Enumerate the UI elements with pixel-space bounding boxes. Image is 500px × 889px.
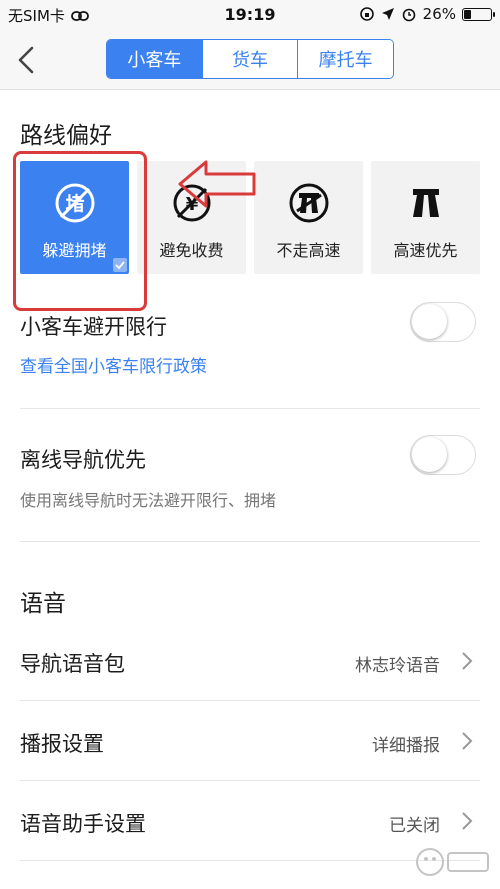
nav-bar: 小客车 货车 摩托车 <box>0 30 500 90</box>
chevron-right-icon <box>462 652 473 670</box>
chevron-right-icon <box>462 732 473 750</box>
offline-toggle[interactable] <box>410 435 476 475</box>
voice-item-value: 详细播报 <box>372 736 440 756</box>
watermark-logo <box>416 848 489 876</box>
voice-item-label: 导航语音包 <box>20 652 125 676</box>
highlight-box <box>13 151 147 311</box>
status-right: 26% <box>359 5 495 23</box>
tab-truck[interactable]: 货车 <box>201 40 298 78</box>
back-arrow-icon[interactable] <box>10 42 46 78</box>
pref-label: 高速优先 <box>393 241 458 260</box>
offline-desc: 使用离线导航时无法避开限行、拥堵 <box>20 491 277 510</box>
no-highway-icon <box>289 183 328 223</box>
divider <box>20 780 480 781</box>
pointer-arrow-icon <box>178 160 256 208</box>
divider <box>20 541 480 542</box>
highway-priority-icon <box>412 189 439 217</box>
pref-highway-priority[interactable]: 高速优先 <box>371 161 480 274</box>
restriction-policy-link[interactable]: 查看全国小客车限行政策 <box>20 352 207 377</box>
voice-title: 语音 <box>20 591 66 617</box>
battery-percent: 26% <box>422 5 456 23</box>
voice-item-value: 林志玲语音 <box>355 656 440 676</box>
location-icon <box>381 8 394 20</box>
offline-title: 离线导航优先 <box>20 448 146 472</box>
vehicle-tabs: 小客车 货车 摩托车 <box>106 39 394 79</box>
restriction-title: 小客车避开限行 <box>20 315 167 339</box>
divider <box>20 408 480 409</box>
voice-item-label: 播报设置 <box>20 732 104 756</box>
pref-label: 不走高速 <box>276 241 341 260</box>
tab-motorcycle[interactable]: 摩托车 <box>297 40 393 78</box>
divider <box>20 700 480 701</box>
pref-label: 避免收费 <box>159 241 224 260</box>
rotation-lock-icon <box>359 7 374 21</box>
chevron-right-icon <box>462 812 473 830</box>
pref-no-highway[interactable]: 不走高速 <box>254 161 363 274</box>
voice-item-label: 语音助手设置 <box>20 812 146 836</box>
alarm-icon <box>402 8 415 22</box>
tab-car[interactable]: 小客车 <box>107 40 202 78</box>
battery-icon <box>462 7 495 21</box>
restriction-toggle[interactable] <box>410 302 476 342</box>
route-pref-title: 路线偏好 <box>20 123 112 149</box>
status-bar: 无SIM卡 19:19 26% <box>0 0 500 30</box>
voice-item-value: 已关闭 <box>389 816 440 836</box>
divider <box>20 860 480 861</box>
